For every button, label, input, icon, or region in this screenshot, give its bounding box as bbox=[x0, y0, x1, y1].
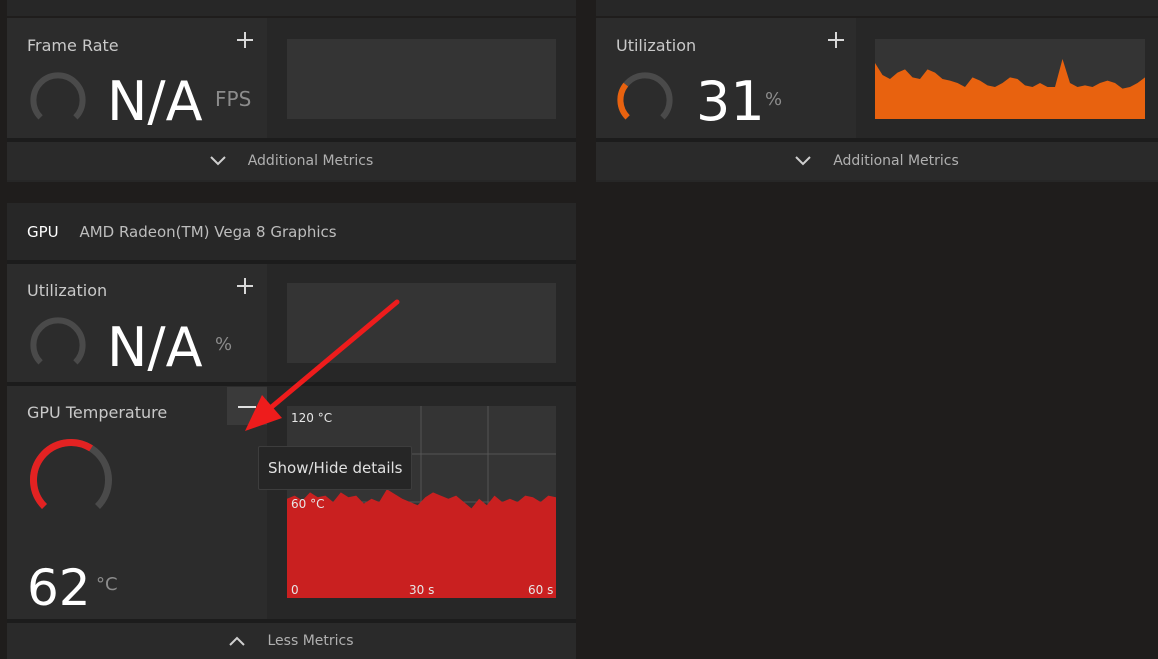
add-gpu-utilization-button[interactable] bbox=[236, 275, 254, 299]
gpu-utilization-gauge-icon bbox=[30, 317, 86, 365]
cpu-utilization-gauge-icon bbox=[617, 72, 673, 120]
less-metrics-toggle[interactable]: Less Metrics bbox=[7, 623, 576, 659]
plus-icon bbox=[237, 32, 253, 48]
cpu-utilization-graph bbox=[875, 39, 1145, 119]
additional-metrics-label: Additional Metrics bbox=[247, 153, 374, 169]
plus-icon bbox=[828, 32, 844, 48]
cpu-utilization-card: Utilization 31 % Additional Metrics bbox=[596, 18, 1158, 182]
add-cpu-utilization-button[interactable] bbox=[827, 29, 845, 53]
gpu-temperature-graph bbox=[287, 406, 556, 598]
temp-y-label-mid: 60 °C bbox=[291, 497, 325, 511]
gpu-temperature-unit: °C bbox=[96, 574, 118, 595]
show-hide-details-tooltip: Show/Hide details bbox=[258, 446, 413, 490]
gpu-utilization-title: Utilization bbox=[27, 281, 108, 300]
frame-rate-value: N/A bbox=[107, 70, 203, 133]
additional-metrics-toggle[interactable]: Additional Metrics bbox=[7, 142, 576, 180]
temp-y-label-top: 120 °C bbox=[291, 411, 333, 425]
chevron-up-icon bbox=[229, 636, 246, 646]
gpu-temperature-title: GPU Temperature bbox=[27, 403, 168, 422]
temp-x-label-zero: 0 bbox=[291, 583, 299, 597]
add-frame-rate-button[interactable] bbox=[236, 29, 254, 53]
additional-metrics-toggle-cpu[interactable]: Additional Metrics bbox=[596, 142, 1158, 180]
frame-rate-graph bbox=[287, 39, 556, 119]
additional-metrics-label-cpu: Additional Metrics bbox=[833, 153, 959, 169]
top-right-strip bbox=[596, 0, 1158, 16]
top-left-strip bbox=[7, 0, 576, 16]
cpu-utilization-title: Utilization bbox=[616, 36, 697, 55]
chevron-down-icon bbox=[210, 156, 226, 166]
minus-icon bbox=[238, 406, 256, 408]
gpu-utilization-unit: % bbox=[215, 334, 233, 355]
gpu-utilization-value: N/A bbox=[107, 316, 203, 379]
gpu-temperature-area bbox=[287, 489, 556, 598]
temp-x-label-30s: 30 s bbox=[409, 583, 435, 597]
gpu-temperature-gauge-icon bbox=[30, 439, 112, 509]
gpu-temperature-value: 62 bbox=[27, 559, 91, 617]
show-hide-details-button[interactable] bbox=[227, 387, 267, 425]
gpu-device-name: AMD Radeon(TM) Vega 8 Graphics bbox=[79, 223, 337, 241]
chevron-down-icon bbox=[795, 156, 811, 166]
cpu-utilization-unit: % bbox=[765, 89, 783, 110]
frame-rate-card: Frame Rate N/A FPS Additional Metrics bbox=[7, 18, 576, 182]
gpu-label: GPU bbox=[27, 223, 59, 241]
temp-x-label-60s: 60 s bbox=[528, 583, 554, 597]
plus-icon bbox=[237, 278, 253, 294]
gpu-section: GPU AMD Radeon(TM) Vega 8 Graphics Utili… bbox=[7, 203, 576, 659]
gpu-utilization-graph bbox=[287, 283, 556, 363]
frame-rate-unit: FPS bbox=[215, 87, 252, 111]
cpu-utilization-value: 31 bbox=[696, 70, 765, 133]
frame-rate-gauge-icon bbox=[30, 72, 86, 120]
less-metrics-label: Less Metrics bbox=[267, 633, 354, 649]
gpu-header: GPU AMD Radeon(TM) Vega 8 Graphics bbox=[27, 223, 337, 241]
frame-rate-title: Frame Rate bbox=[27, 36, 119, 55]
